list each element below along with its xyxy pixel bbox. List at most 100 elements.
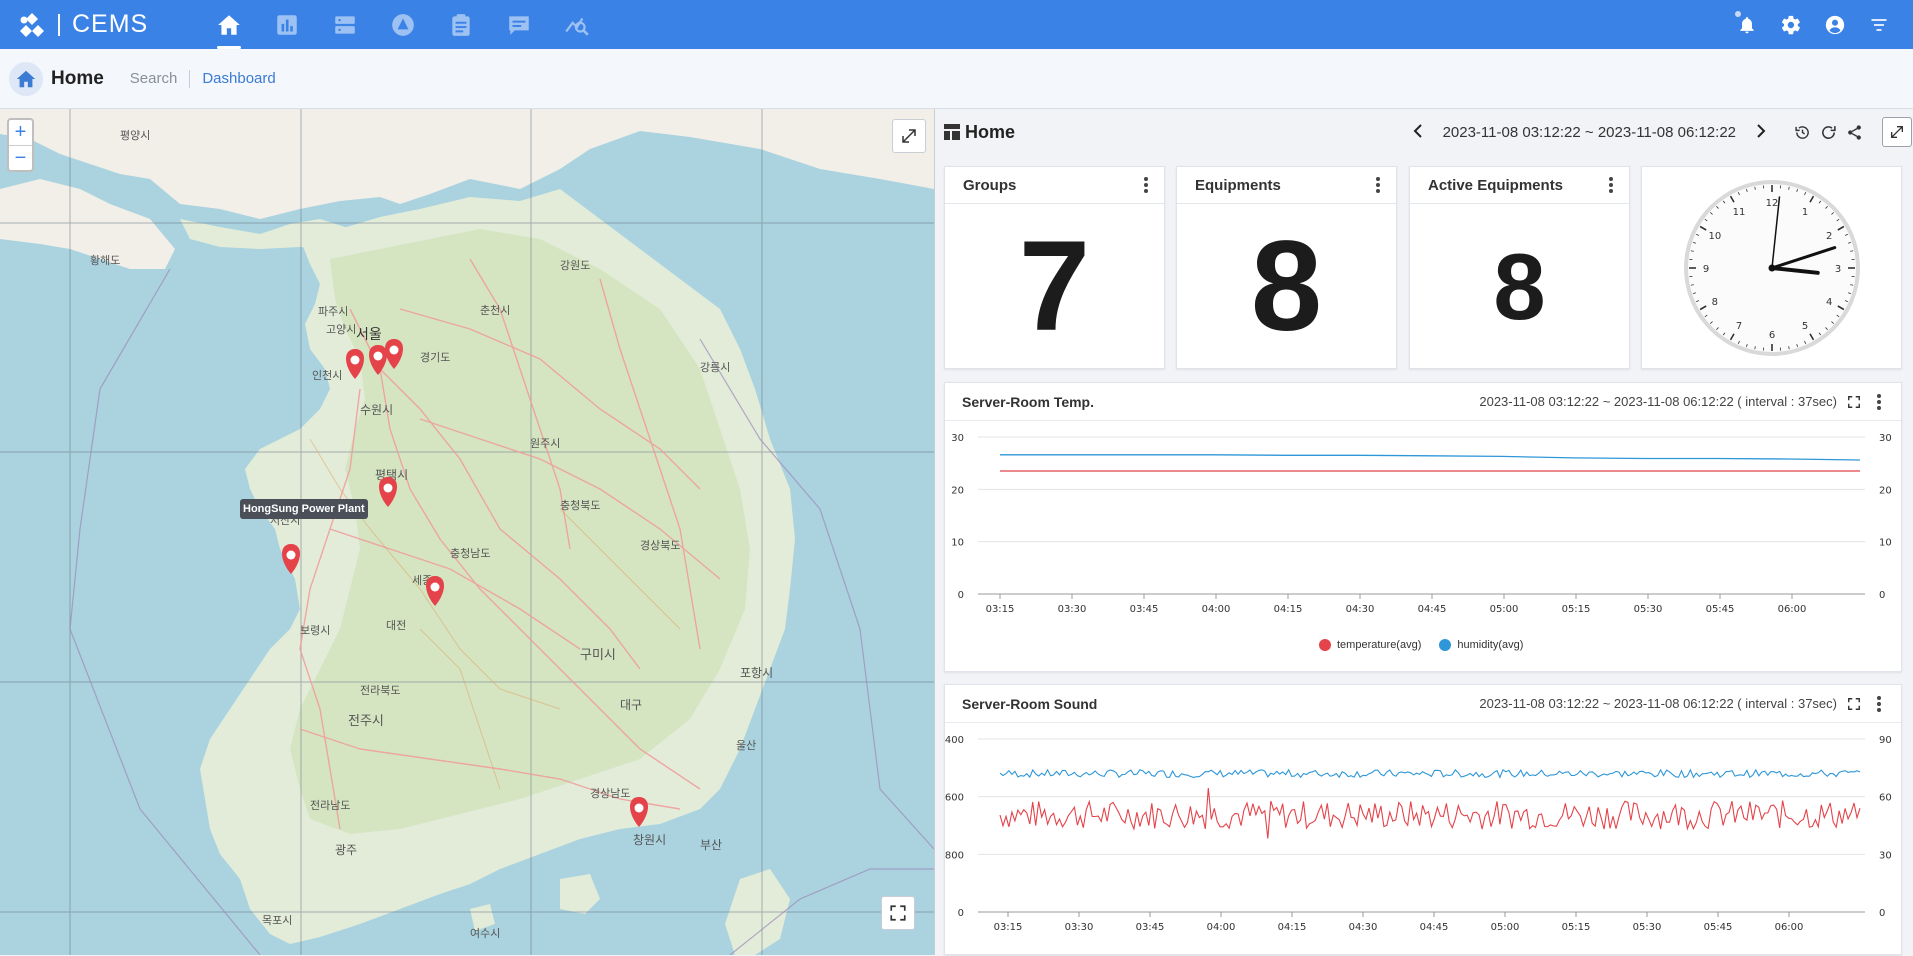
next-range-button[interactable]	[1748, 122, 1774, 143]
analog-clock: 123456789101112	[1642, 167, 1903, 370]
stat-value: 8	[1410, 205, 1629, 368]
clock-center	[1769, 265, 1776, 272]
prev-range-button[interactable]	[1405, 122, 1431, 143]
gear-icon	[1780, 14, 1802, 36]
chart-legend: temperature(avg) humidity(avg)	[1319, 639, 1541, 651]
map-label: 전라북도	[360, 684, 400, 697]
alert-icon	[390, 12, 416, 38]
legend-item[interactable]: temperature(avg)	[1319, 639, 1421, 651]
expand-icon	[900, 127, 918, 145]
dashboard-expand-button[interactable]	[1882, 117, 1912, 147]
map-expand-button[interactable]	[892, 119, 926, 153]
map-label: 대전	[386, 619, 406, 632]
chart-title-text: Server-Room Temp.	[962, 394, 1094, 410]
map-label: 부산	[700, 838, 722, 852]
legend-swatch	[1319, 639, 1331, 651]
x-tick-label: 05:30	[1633, 922, 1662, 933]
series-line-sound-red	[1000, 788, 1860, 839]
x-tick-label: 05:00	[1491, 922, 1520, 933]
breadcrumb-link-dashboard[interactable]: Dashboard	[202, 70, 275, 87]
fullscreen-icon[interactable]	[1847, 697, 1861, 711]
x-tick-label: 04:00	[1202, 604, 1231, 615]
search-chart-icon	[564, 12, 590, 38]
nav-home[interactable]	[200, 0, 258, 49]
zoom-out-button[interactable]: −	[9, 145, 32, 170]
main-nav	[200, 0, 606, 49]
user-button[interactable]	[1823, 13, 1847, 37]
y-tick-label-right: 30	[1879, 850, 1892, 861]
chart-range-text: 2023-11-08 03:12:22 ~ 2023-11-08 06:12:2…	[1479, 696, 1837, 711]
y-tick-label-right: 90	[1879, 735, 1892, 746]
chart-title: Server-Room Temp. 2023-11-08 03:12:22 ~ …	[945, 383, 1901, 421]
zoom-in-button[interactable]: +	[9, 120, 32, 145]
settings-button[interactable]	[1779, 13, 1803, 37]
legend-label: temperature(avg)	[1337, 639, 1421, 651]
y-tick-label-right: 60	[1879, 793, 1892, 804]
chart-card-sound: Server-Room Sound 2023-11-08 03:12:22 ~ …	[944, 684, 1902, 955]
breadcrumb-home-button[interactable]	[9, 62, 43, 96]
clock-card: 123456789101112	[1641, 166, 1902, 369]
map-label: 목포시	[262, 914, 292, 927]
x-tick-label: 04:30	[1349, 922, 1378, 933]
top-navigation-bar: CEMS	[0, 0, 1913, 49]
map-label: 수원시	[360, 403, 393, 417]
chevron-right-icon	[1755, 124, 1767, 138]
map-fullscreen-button[interactable]	[881, 896, 915, 930]
breadcrumb-link-search[interactable]: Search	[130, 70, 178, 87]
nav-equipment[interactable]	[316, 0, 374, 49]
share-button[interactable]	[1845, 123, 1864, 142]
fullscreen-icon	[889, 904, 907, 922]
map-label: 여수시	[470, 927, 500, 940]
map-label: 대구	[620, 698, 642, 712]
x-tick-label: 04:30	[1346, 604, 1375, 615]
card-menu-button[interactable]	[1609, 177, 1613, 193]
breadcrumb-divider	[189, 70, 190, 88]
map-label: 구미시	[580, 648, 616, 663]
map-label: 평양시	[120, 129, 150, 142]
nav-alerts[interactable]	[374, 0, 432, 49]
marker-tooltip: HongSung Power Plant	[240, 499, 368, 519]
refresh-icon	[1820, 124, 1837, 141]
nav-messages[interactable]	[490, 0, 548, 49]
history-button[interactable]	[1793, 123, 1812, 142]
notifications-button[interactable]	[1735, 13, 1759, 37]
map-label: 창원시	[633, 833, 666, 847]
y-tick-label-right: 20	[1879, 485, 1892, 496]
message-icon	[506, 12, 532, 38]
x-tick-label: 06:00	[1778, 604, 1807, 615]
legend-label: humidity(avg)	[1457, 639, 1523, 651]
y-tick-label-left: 20	[951, 485, 964, 496]
map-label: 춘천시	[480, 303, 510, 317]
map-label: 서울	[356, 327, 382, 343]
nav-reports[interactable]	[432, 0, 490, 49]
stat-card-title: Equipments	[1177, 167, 1396, 204]
clock-number: 9	[1703, 264, 1709, 275]
fullscreen-icon[interactable]	[1847, 395, 1861, 409]
brand[interactable]: CEMS	[18, 10, 148, 39]
nav-analytics[interactable]	[258, 0, 316, 49]
menu-button[interactable]	[1867, 13, 1891, 37]
series-line-sound-blue	[1000, 770, 1860, 778]
y-tick-label-right: 10	[1879, 538, 1892, 549]
y-tick-label-left: 30	[951, 433, 964, 444]
chart-title: Server-Room Sound 2023-11-08 03:12:22 ~ …	[945, 685, 1901, 723]
dashboard-header-icons	[1793, 109, 1864, 155]
card-menu-button[interactable]	[1877, 696, 1881, 712]
legend-item[interactable]: humidity(avg)	[1439, 639, 1523, 651]
top-right-tools	[1735, 0, 1891, 49]
x-tick-label: 03:45	[1130, 604, 1159, 615]
x-tick-label: 04:45	[1420, 922, 1449, 933]
card-menu-button[interactable]	[1376, 177, 1380, 193]
y-tick-label-left: 2400	[945, 735, 964, 746]
dashboard-icon	[944, 124, 960, 140]
map-view[interactable]: 황해도 평양시 강원도 파주시 고양시 서울 인천시 수원시 경기도 평택시 충…	[0, 109, 934, 955]
card-menu-button[interactable]	[1144, 177, 1148, 193]
nav-search[interactable]	[548, 0, 606, 49]
card-menu-button[interactable]	[1877, 394, 1881, 410]
map-label: 경상북도	[640, 539, 680, 552]
refresh-button[interactable]	[1819, 123, 1838, 142]
map-label: 강릉시	[700, 361, 730, 374]
temp-chart: 0010102020303003:1503:3003:4504:0004:150…	[945, 421, 1903, 671]
time-range-text[interactable]: 2023-11-08 03:12:22 ~ 2023-11-08 06:12:2…	[1443, 124, 1736, 141]
map-label: 포항시	[740, 666, 773, 680]
